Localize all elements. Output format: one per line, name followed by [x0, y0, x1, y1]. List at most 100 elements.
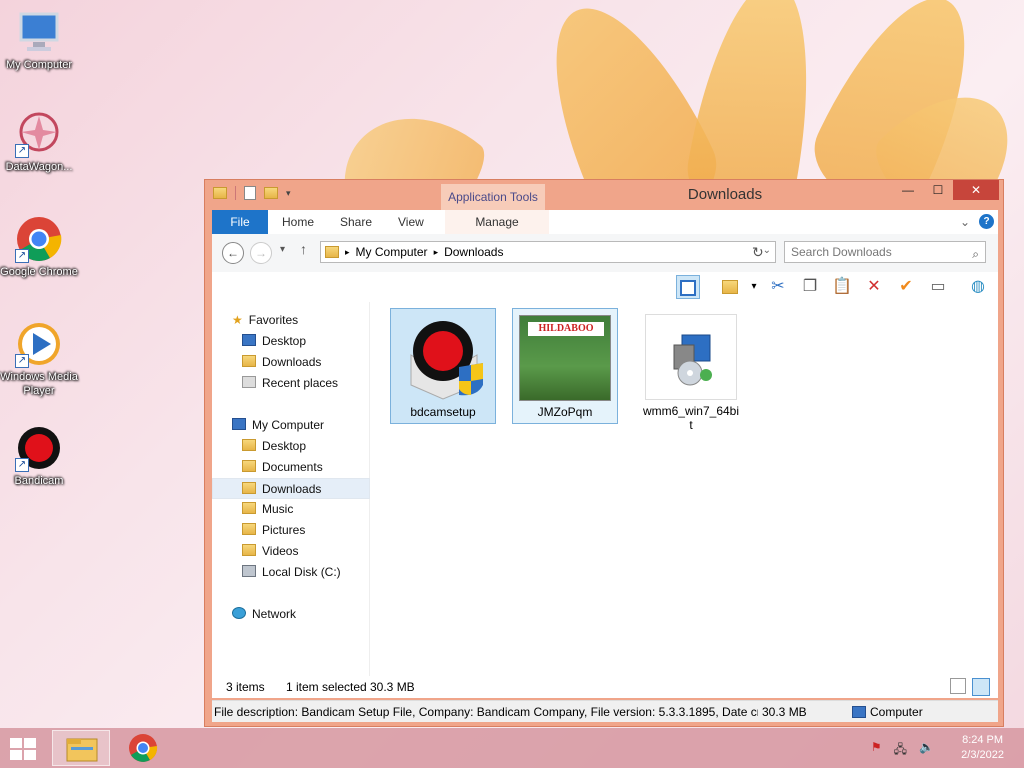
breadcrumb-my-computer[interactable]: My Computer: [356, 245, 428, 259]
nav-computer-local-disk[interactable]: Local Disk (C:): [212, 562, 370, 583]
folder-icon: [242, 502, 256, 514]
search-input[interactable]: Search Downloads ⌕: [784, 241, 986, 263]
desktop-icon-my-computer[interactable]: My Computer: [0, 8, 78, 72]
rename-button[interactable]: ✔: [894, 275, 918, 299]
file-item-bdcamsetup[interactable]: bdcamsetup: [390, 308, 496, 424]
refresh-icon[interactable]: ↻: [752, 244, 764, 261]
shortcut-arrow-icon: ↗: [15, 354, 29, 368]
tab-file[interactable]: File: [212, 210, 268, 234]
new-folder-icon[interactable]: [264, 187, 278, 199]
address-dropdown-icon[interactable]: ⌄: [763, 245, 771, 256]
taskbar-file-explorer[interactable]: [52, 730, 110, 766]
chrome-icon: ↗: [15, 215, 63, 263]
taskbar-google-chrome[interactable]: [114, 730, 172, 766]
taskbar-clock[interactable]: 8:24 PM 2/3/2022: [961, 733, 1004, 763]
navigation-pane: ★ Favorites Desktop Downloads Recent plac…: [212, 302, 370, 676]
large-icons-view-button[interactable]: [972, 678, 990, 696]
desktop-icon-label: Windows Media Player: [0, 371, 78, 397]
nav-my-computer[interactable]: My Computer: [212, 415, 370, 436]
nav-computer-pictures[interactable]: Pictures: [212, 520, 370, 541]
nav-fav-recent-places[interactable]: Recent places: [212, 373, 370, 394]
application-tools-label: Application Tools: [441, 184, 545, 210]
address-bar[interactable]: ▸ My Computer ▸ Downloads ⌄: [320, 241, 776, 263]
address-row: ← → ▾ ↑ ▸ My Computer ▸ Downloads ⌄ ↻ Se…: [212, 234, 998, 272]
select-button[interactable]: [718, 275, 742, 299]
nav-computer-documents[interactable]: Documents: [212, 457, 370, 478]
file-name: wmm6_win7_64bit: [642, 404, 740, 432]
recent-locations-icon[interactable]: ▾: [280, 244, 285, 255]
search-placeholder: Search Downloads: [791, 245, 892, 259]
folder-icon[interactable]: [213, 187, 227, 199]
window-title: Downloads: [687, 186, 763, 203]
file-name: bdcamsetup: [410, 405, 476, 419]
folder-icon: [242, 523, 256, 535]
status-row: 3 items 1 item selected 30.3 MB: [212, 676, 998, 698]
details-view-button[interactable]: [950, 678, 966, 694]
forward-button[interactable]: →: [250, 242, 272, 264]
file-item-jmzopqm[interactable]: HILDABOO JMZoPqm: [512, 308, 618, 424]
desktop-icon-google-chrome[interactable]: ↗ Google Chrome: [0, 215, 78, 279]
tab-view[interactable]: View: [398, 210, 424, 234]
breadcrumb-separator-icon: ▸: [433, 246, 439, 257]
preview-pane-button[interactable]: [676, 275, 700, 299]
file-list: bdcamsetup HILDABOO JMZoPqm wmm6_win7_64…: [384, 302, 994, 676]
window-controls: — ☐ ✕: [893, 180, 999, 200]
desktop-icon-label: Bandicam: [14, 475, 64, 487]
nav-fav-downloads[interactable]: Downloads: [212, 352, 370, 373]
close-button[interactable]: ✕: [953, 180, 999, 200]
nav-computer-downloads[interactable]: Downloads: [212, 478, 370, 499]
back-button[interactable]: ←: [222, 242, 244, 264]
chevron-down-icon[interactable]: ▾: [286, 188, 291, 199]
copy-button[interactable]: ❐: [798, 275, 822, 299]
action-center-flag-icon[interactable]: ⚑: [871, 740, 882, 761]
details-location: Computer: [870, 705, 923, 719]
bandicam-icon: ↗: [15, 424, 63, 472]
selection-count: 1 item selected: [286, 680, 367, 694]
nav-computer-desktop[interactable]: Desktop: [212, 436, 370, 457]
desktop-icon-bandicam[interactable]: ↗ Bandicam: [0, 424, 78, 488]
breadcrumb-separator-icon: ▸: [345, 246, 350, 257]
select-dropdown-button[interactable]: ▾: [742, 275, 766, 299]
nav-network[interactable]: Network: [212, 604, 370, 625]
divider: [235, 186, 236, 200]
properties-button[interactable]: ▭: [926, 275, 950, 299]
nav-computer-videos[interactable]: Videos: [212, 541, 370, 562]
cut-button[interactable]: ✂: [766, 275, 790, 299]
desktop-icon-windows-media-player[interactable]: ↗ Windows Media Player: [0, 320, 78, 398]
tab-share[interactable]: Share: [340, 210, 372, 234]
desktop-icon: [242, 334, 256, 346]
help-icon[interactable]: ?: [979, 214, 994, 229]
expand-ribbon-icon[interactable]: ⌄: [960, 210, 970, 234]
start-button[interactable]: [8, 736, 38, 762]
file-name: JMZoPqm: [537, 405, 593, 419]
clock-time: 8:24 PM: [962, 734, 1004, 746]
title-bar[interactable]: ▾ Application Tools Downloads — ☐ ✕: [205, 180, 1003, 210]
network-icon[interactable]: 🖧: [894, 740, 907, 761]
nav-favorites[interactable]: ★ Favorites: [212, 310, 370, 331]
tab-manage[interactable]: Manage: [445, 210, 549, 234]
windows-logo-icon: [10, 738, 36, 760]
nav-computer-music[interactable]: Music: [212, 499, 370, 520]
breadcrumb-downloads[interactable]: Downloads: [444, 245, 503, 259]
toolbar: ▾ ✂ ❐ 📋 ✕ ✔ ▭ ◍: [212, 272, 998, 302]
star-icon: ★: [232, 313, 243, 327]
volume-icon[interactable]: 🔈: [919, 740, 934, 761]
paste-button[interactable]: 📋: [830, 275, 854, 299]
setup-package-icon: [645, 314, 737, 400]
ribbon-tabs: File Home Share View Manage ⌄ ?: [212, 210, 998, 234]
desktop-icon-label: My Computer: [5, 59, 73, 71]
shortcut-arrow-icon: ↗: [15, 458, 29, 472]
properties-icon[interactable]: [244, 186, 256, 200]
drive-icon: [242, 565, 256, 577]
delete-button[interactable]: ✕: [862, 275, 886, 299]
shortcut-arrow-icon: ↗: [15, 249, 29, 263]
details-size: 30.3 MB: [762, 705, 807, 719]
minimize-button[interactable]: —: [893, 180, 923, 200]
file-item-wmm6[interactable]: wmm6_win7_64bit: [638, 308, 744, 432]
up-button[interactable]: ↑: [300, 241, 307, 257]
nav-fav-desktop[interactable]: Desktop: [212, 331, 370, 352]
globe-button[interactable]: ◍: [966, 275, 990, 299]
tab-home[interactable]: Home: [282, 210, 314, 234]
desktop-icon-datawagon[interactable]: ↗ DataWagon...: [0, 110, 78, 174]
maximize-button[interactable]: ☐: [923, 180, 953, 200]
